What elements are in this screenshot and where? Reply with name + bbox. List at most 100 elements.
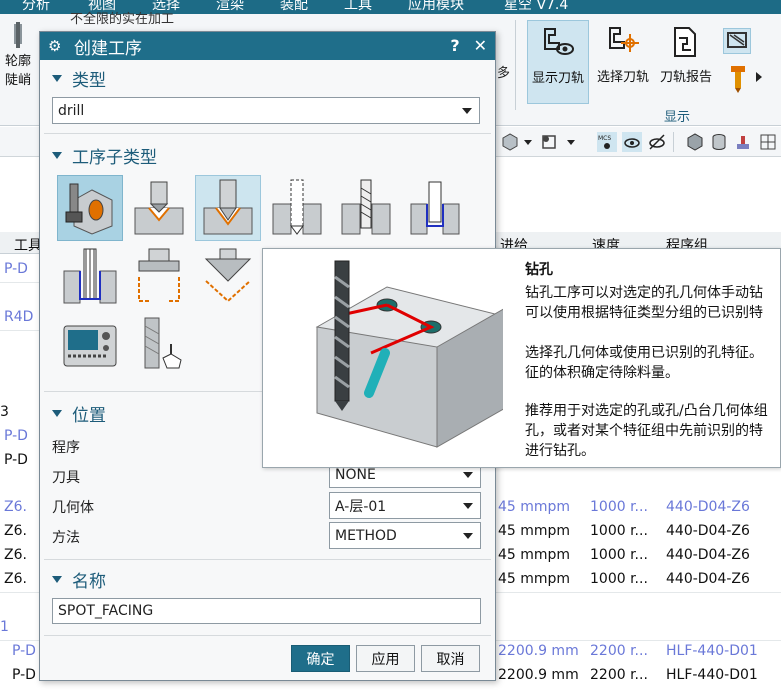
apply-button[interactable]: 应用 [356, 645, 415, 672]
type-section-label: 类型 [72, 71, 106, 91]
countersinking-icon [204, 248, 252, 303]
type-section-header[interactable]: 类型 [52, 66, 106, 91]
cancel-button[interactable]: 取消 [421, 645, 480, 672]
subtype-peck-drilling[interactable] [333, 175, 399, 241]
part-icon[interactable] [733, 132, 753, 152]
subtype-spot-facing[interactable] [126, 175, 192, 241]
menu-analysis[interactable]: 分析 [22, 0, 50, 14]
row-cell-tool[interactable]: Z6. [4, 571, 27, 587]
row-cell-feed[interactable]: 45 mmpm [498, 571, 570, 587]
toolpath-report-button[interactable]: 刀轨报告 [656, 24, 716, 85]
show-toolpath-button[interactable]: 显示刀轨 [527, 20, 589, 104]
menu-assembly[interactable]: 装配 [280, 0, 308, 14]
row-cell-speed[interactable]: 2200 r... [590, 643, 648, 659]
mill-control-icon [63, 325, 117, 367]
dialog-title-bar[interactable]: ⚙ 创建工序 ? ✕ [40, 32, 495, 60]
help-icon[interactable]: ? [450, 36, 459, 55]
contour-icon [14, 22, 22, 48]
menu-tools[interactable]: 工具 [344, 0, 372, 14]
row-cell-speed[interactable]: 1000 r... [590, 499, 648, 515]
row-cell-tool[interactable]: P-D [4, 261, 28, 277]
row-cell-tool[interactable]: Z6. [4, 499, 27, 515]
row-cell-tool[interactable]: Z6. [4, 523, 27, 539]
ribbon-truncated-label: 不全限的实在加工 [70, 12, 175, 27]
row-cell-program-group[interactable]: 440-D04-Z6 [666, 499, 750, 515]
row-cell-tool[interactable]: P-D [12, 667, 36, 683]
program-label: 程序 [52, 440, 80, 456]
operation-name-input[interactable]: SPOT_FACING [52, 598, 481, 624]
collapse-icon [52, 410, 62, 417]
row-cell-feed[interactable]: 45 mmpm [498, 523, 570, 539]
location-section-header[interactable]: 位置 [52, 401, 106, 426]
row-cell-tool[interactable]: P-D [12, 643, 36, 659]
subtype-reaming[interactable] [126, 244, 192, 310]
row-cell-feed[interactable]: 45 mmpm [498, 499, 570, 515]
method-dropdown[interactable]: METHOD [329, 522, 481, 549]
row-cell-speed[interactable]: 1000 r... [590, 547, 648, 563]
method-label: 方法 [52, 530, 80, 546]
display-options-icon[interactable] [723, 28, 751, 54]
row-cell-tool[interactable]: 3 [0, 404, 9, 420]
row-cell-speed[interactable]: 1000 r... [590, 571, 648, 587]
menu-xingkong[interactable]: 星空 V7.4 [504, 0, 568, 14]
row-cell-tool[interactable]: P-D [4, 428, 28, 444]
geometry-dropdown[interactable]: A-层-01 [329, 492, 481, 519]
show-toolpath-label: 显示刀轨 [531, 71, 584, 86]
ok-button[interactable]: 确定 [291, 645, 350, 672]
subtype-countersinking[interactable] [195, 244, 261, 310]
subtype-mill-user[interactable] [126, 313, 192, 379]
contour-steep-button[interactable]: 轮廓 陡峭 [0, 22, 36, 88]
row-cell-program-group[interactable]: HLF-440-D01 [666, 667, 758, 683]
tooltip-paragraph-3: 推荐用于对选定的孔或孔/凸台几何体组 孔，或者对某个特征组中先前识别的特 进行钻… [525, 403, 768, 459]
row-cell-tool[interactable]: R4D [4, 309, 33, 325]
hide-eye-icon[interactable] [647, 132, 667, 152]
subtype-mill-control[interactable] [57, 313, 123, 379]
contour-label: 轮廓 [4, 54, 31, 69]
close-icon[interactable]: ✕ [474, 36, 487, 55]
subtype-section-header[interactable]: 工序子类型 [52, 143, 157, 168]
row-cell-speed[interactable]: 2200 r... [590, 667, 648, 683]
breakchip-drilling-icon [410, 181, 460, 235]
row-cell-program-group[interactable]: 440-D04-Z6 [666, 523, 750, 539]
ribbon-expand-icon[interactable] [756, 72, 762, 82]
subtype-boring[interactable] [57, 244, 123, 310]
view-eye-icon[interactable] [622, 132, 642, 152]
row-cell-feed[interactable]: 2200.9 mm [498, 643, 579, 659]
menu-render[interactable]: 渲染 [216, 0, 244, 14]
solid-icon[interactable] [685, 132, 705, 152]
subtype-hole-making[interactable] [57, 175, 123, 241]
toolpath-report-icon [674, 27, 696, 57]
subtype-spot-drilling[interactable] [195, 175, 261, 241]
tool-display-icon[interactable] [728, 64, 750, 94]
cylinder-icon[interactable] [709, 132, 729, 152]
row-cell-program-group[interactable]: HLF-440-D01 [666, 643, 758, 659]
row-cell-feed[interactable]: 2200.9 mm [498, 667, 579, 683]
subtype-breakchip-drilling[interactable] [402, 175, 468, 241]
hole-making-icon [65, 183, 113, 235]
steep-label: 陡峭 [4, 73, 31, 88]
cube-dropdown-icon[interactable] [524, 140, 532, 145]
row-cell-tool[interactable]: Z6. [4, 547, 27, 563]
row-cell-speed[interactable]: 1000 r... [590, 523, 648, 539]
row-cell-program-group[interactable]: 440-D04-Z6 [666, 547, 750, 563]
mcs-icon[interactable]: MCS [597, 132, 617, 152]
select-toolpath-button[interactable]: 选择刀轨 [593, 24, 653, 85]
row-cell-tool[interactable]: 1 [0, 619, 9, 635]
grid-icon[interactable] [758, 132, 778, 152]
section-divider [44, 559, 491, 560]
location-section-label: 位置 [72, 406, 106, 426]
type-dropdown[interactable]: drill [52, 97, 480, 124]
row-cell-program-group[interactable]: 440-D04-Z6 [666, 571, 750, 587]
menu-application[interactable]: 应用模块 [408, 0, 464, 14]
layer-dropdown-icon[interactable] [567, 140, 575, 145]
row-cell-feed[interactable]: 45 mmpm [498, 547, 570, 563]
row-cell-tool[interactable]: P-D [4, 452, 28, 468]
cube-icon[interactable] [500, 132, 520, 152]
header-tool[interactable]: 工具 [14, 235, 42, 255]
mill-user-icon [144, 317, 182, 369]
name-section-header[interactable]: 名称 [52, 567, 106, 592]
subtype-drilling[interactable] [264, 175, 330, 241]
show-toolpath-icon [544, 28, 574, 55]
type-value: drill [58, 102, 85, 119]
layer-icon[interactable] [540, 132, 560, 152]
